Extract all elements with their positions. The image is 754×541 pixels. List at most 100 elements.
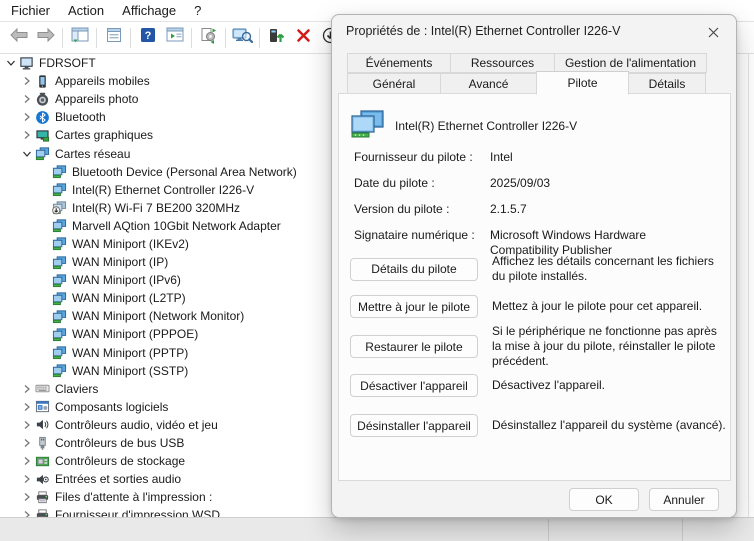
tree-item-label: Cartes réseau — [55, 147, 130, 161]
back-button[interactable] — [5, 25, 32, 50]
chevron-right-icon[interactable] — [19, 384, 34, 394]
tree-item-label: Appareils photo — [55, 92, 138, 106]
action-pane-icon — [166, 27, 184, 48]
toolbar-separator — [130, 28, 131, 48]
storage-icon — [34, 454, 50, 469]
properties-icon — [106, 27, 122, 48]
roll-back-driver-button[interactable]: Restaurer le pilote — [350, 335, 478, 358]
action-description: Affichez les détails concernant les fich… — [492, 254, 727, 284]
software-icon — [34, 399, 50, 414]
chevron-right-icon[interactable] — [19, 402, 34, 412]
close-icon[interactable] — [700, 21, 726, 43]
update-driver-icon — [268, 27, 285, 49]
uninstall-device-button[interactable]: Désinstaller l'appareil — [350, 414, 478, 437]
update-driver-button[interactable]: Mettre à jour le pilote — [350, 295, 478, 318]
tree-item-label: Contrôleurs de stockage — [55, 454, 185, 468]
properties-dialog: Propriétés de : Intel(R) Ethernet Contro… — [331, 14, 737, 518]
tree-item-label: Composants logiciels — [55, 400, 168, 414]
tab-general[interactable]: Général — [347, 73, 441, 94]
menu-item-help[interactable]: ? — [185, 1, 210, 20]
network-icon — [51, 255, 67, 270]
scan-hardware-icon — [200, 27, 217, 49]
chevron-right-icon[interactable] — [19, 420, 34, 430]
bluetooth-icon — [34, 110, 50, 125]
menu-item-fichier[interactable]: Fichier — [2, 1, 59, 20]
chevron-right-icon[interactable] — [19, 130, 34, 140]
tree-item-label: Appareils mobiles — [55, 74, 150, 88]
action-description: Mettez à jour le pilote pour cet apparei… — [492, 299, 727, 314]
tree-item-label: Intel(R) Ethernet Controller I226-V — [72, 183, 254, 197]
tree-item-label: WAN Miniport (IPv6) — [72, 273, 181, 287]
status-divider — [548, 519, 549, 541]
menu-item-action[interactable]: Action — [59, 1, 113, 20]
audio-io-icon — [34, 472, 50, 487]
driver-details-button[interactable]: Détails du pilote — [350, 258, 478, 281]
tree-item-label: Contrôleurs de bus USB — [55, 436, 184, 450]
tab-details[interactable]: Détails — [628, 73, 706, 94]
tree-item-label: Entrées et sorties audio — [55, 472, 181, 486]
forward-icon — [35, 27, 57, 48]
network-disabled-icon — [51, 200, 67, 215]
back-icon — [8, 27, 30, 48]
menu-item-affichage[interactable]: Affichage — [113, 1, 185, 20]
search-computer-icon — [232, 27, 253, 49]
chevron-right-icon[interactable] — [19, 94, 34, 104]
uninstall-device-button[interactable] — [290, 25, 317, 50]
dialog-title: Propriétés de : Intel(R) Ethernet Contro… — [346, 24, 620, 38]
tab-avance[interactable]: Avancé — [440, 73, 537, 94]
help-icon: ? — [140, 27, 156, 48]
network-icon — [51, 236, 67, 251]
tree-item-label: WAN Miniport (Network Monitor) — [72, 309, 244, 323]
chevron-down-icon[interactable] — [3, 58, 18, 68]
tab-ressources[interactable]: Ressources — [450, 53, 555, 73]
chevron-right-icon[interactable] — [19, 456, 34, 466]
keyboard-icon — [34, 381, 50, 396]
chevron-right-icon[interactable] — [19, 474, 34, 484]
chevron-right-icon[interactable] — [19, 112, 34, 122]
uninstall-icon — [296, 28, 311, 48]
tab-row-back: ÉvénementsRessourcesGestion de l'aliment… — [347, 53, 706, 73]
tree-item-label: Cartes graphiques — [55, 128, 153, 142]
field-label: Fournisseur du pilote : — [354, 150, 490, 165]
network-icon — [51, 182, 67, 197]
tab-evenements[interactable]: Événements — [347, 53, 451, 73]
field-value: 2025/09/03 — [490, 176, 716, 191]
help-button[interactable]: ? — [134, 25, 161, 50]
ok-button[interactable]: OK — [569, 488, 639, 511]
update-driver-button[interactable] — [263, 25, 290, 50]
tree-item-label: WAN Miniport (IP) — [72, 255, 168, 269]
toolbar-separator — [96, 28, 97, 48]
driver-action-row: Mettre à jour le pilote Mettez à jour le … — [350, 295, 727, 318]
action-pane-button[interactable] — [161, 25, 188, 50]
chevron-right-icon[interactable] — [19, 76, 34, 86]
disable-device-button[interactable]: Désactiver l'appareil — [350, 374, 478, 397]
tree-item-label: WAN Miniport (PPTP) — [72, 346, 188, 360]
network-icon — [51, 363, 67, 378]
scan-hardware-changes-button[interactable] — [195, 25, 222, 50]
tab-pilote[interactable]: Pilote — [536, 71, 629, 95]
properties-button[interactable] — [100, 25, 127, 50]
tree-item-label: WAN Miniport (IKEv2) — [72, 237, 189, 251]
tree-item-label: Intel(R) Wi-Fi 7 BE200 320MHz — [72, 201, 240, 215]
search-computer-button[interactable] — [229, 25, 256, 50]
network-icon — [51, 327, 67, 342]
device-manager-window: FichierActionAffichage? ? FDRSOFTApparei… — [0, 0, 754, 54]
driver-fields: Fournisseur du pilote :IntelDate du pilo… — [354, 150, 716, 258]
printer-icon — [34, 490, 50, 505]
field-label: Version du pilote : — [354, 202, 490, 217]
forward-button[interactable] — [32, 25, 59, 50]
show-hide-console-tree-button[interactable] — [66, 25, 93, 50]
network-icon — [51, 273, 67, 288]
chevron-right-icon[interactable] — [19, 492, 34, 502]
driver-action-row: Désactiver l'appareilDésactivez l'appare… — [350, 374, 727, 397]
chevron-down-icon[interactable] — [19, 149, 34, 159]
camera-icon — [34, 92, 50, 107]
display-icon — [34, 128, 50, 143]
usb-icon — [34, 436, 50, 451]
tab-gestion-alimentation[interactable]: Gestion de l'alimentation — [554, 53, 707, 73]
tree-item-label: Bluetooth Device (Personal Area Network) — [72, 165, 297, 179]
action-description: Si le périphérique ne fonctionne pas apr… — [492, 324, 727, 369]
network-icon — [51, 218, 67, 233]
chevron-right-icon[interactable] — [19, 438, 34, 448]
cancel-button[interactable]: Annuler — [649, 488, 719, 511]
